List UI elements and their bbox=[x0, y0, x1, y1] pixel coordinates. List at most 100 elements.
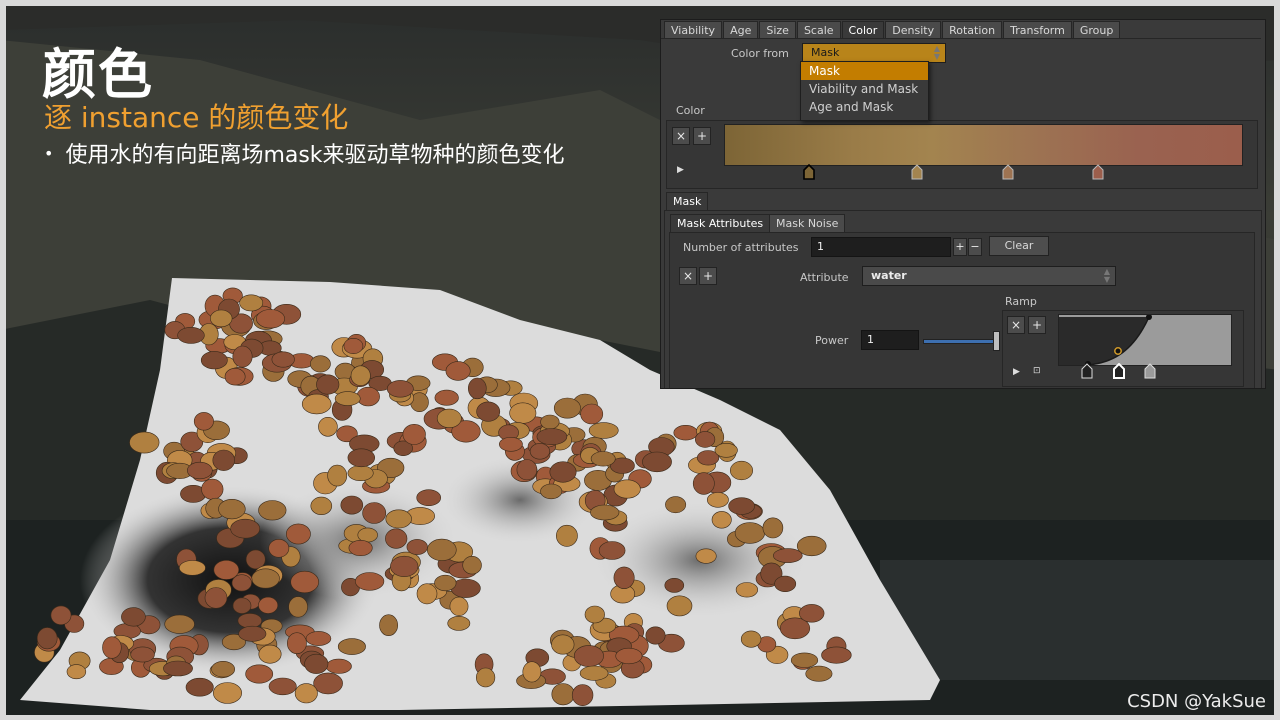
pebble-instance bbox=[102, 636, 122, 659]
pebble-instance bbox=[711, 511, 732, 529]
color-key-marker-3[interactable] bbox=[1002, 164, 1014, 180]
tab-viability[interactable]: Viability bbox=[664, 21, 723, 38]
pebble-instance bbox=[536, 428, 568, 446]
pebble-instance bbox=[231, 574, 252, 592]
pebble-instance bbox=[762, 517, 784, 539]
pebble-instance bbox=[406, 539, 428, 555]
tab-group[interactable]: Group bbox=[1072, 21, 1121, 38]
pebble-instance bbox=[355, 572, 385, 591]
attribute-label: Attribute bbox=[800, 271, 849, 284]
color-key-marker-2[interactable] bbox=[911, 164, 923, 180]
pebble-instance bbox=[350, 365, 371, 386]
ramp-key-marker-3[interactable] bbox=[1144, 363, 1156, 379]
ramp-key-marker-2[interactable] bbox=[1113, 363, 1125, 379]
pebble-instance bbox=[445, 361, 471, 381]
pebble-instance bbox=[356, 386, 380, 407]
pebble-instance bbox=[666, 595, 693, 617]
tab-age[interactable]: Age bbox=[723, 21, 759, 38]
tab-rotation[interactable]: Rotation bbox=[942, 21, 1003, 38]
color-key-marker-4[interactable] bbox=[1092, 164, 1104, 180]
power-slider-track[interactable] bbox=[923, 339, 997, 344]
tab-transform[interactable]: Transform bbox=[1003, 21, 1072, 38]
pebble-instance bbox=[316, 374, 340, 395]
number-of-attributes-field[interactable]: 1 bbox=[811, 237, 951, 257]
pebble-instance bbox=[436, 408, 462, 428]
pebble-instance bbox=[734, 522, 766, 544]
remove-key-button[interactable]: × bbox=[672, 127, 690, 145]
ramp-curve-editor[interactable] bbox=[1058, 314, 1232, 366]
pebble-instance bbox=[386, 380, 414, 398]
pebble-instance bbox=[551, 683, 575, 706]
clear-button[interactable]: Clear bbox=[989, 236, 1049, 256]
number-of-attributes-label: Number of attributes bbox=[683, 241, 799, 254]
pebble-instance bbox=[185, 677, 214, 697]
attribute-dropdown[interactable]: water ▲ ▼ bbox=[862, 266, 1116, 286]
pebble-instance bbox=[402, 423, 426, 445]
pebble-instance bbox=[590, 451, 616, 467]
pebble-instance bbox=[313, 672, 343, 695]
color-gradient-bar[interactable] bbox=[724, 124, 1243, 166]
menu-item-mask[interactable]: Mask bbox=[801, 62, 928, 80]
pebble-instance bbox=[588, 422, 619, 439]
pebble-instance bbox=[204, 587, 228, 609]
pebble-instance bbox=[551, 634, 575, 655]
color-key-marker-1[interactable] bbox=[803, 164, 815, 180]
menu-item-age-and-mask[interactable]: Age and Mask bbox=[801, 98, 928, 116]
pebble-instance bbox=[728, 497, 755, 515]
pebble-instance bbox=[285, 523, 311, 545]
pebble-instance bbox=[522, 661, 542, 683]
add-ramp-key-button[interactable]: + bbox=[1028, 316, 1046, 334]
pebble-instance bbox=[476, 667, 496, 688]
tab-size[interactable]: Size bbox=[759, 21, 796, 38]
pebble-instance bbox=[164, 614, 195, 634]
remove-ramp-key-button[interactable]: × bbox=[1007, 316, 1025, 334]
pebble-instance bbox=[255, 309, 285, 329]
tab-density[interactable]: Density bbox=[885, 21, 942, 38]
pebble-instance bbox=[218, 499, 246, 520]
menu-item-viability-and-mask[interactable]: Viability and Mask bbox=[801, 80, 928, 98]
expand-arrow-icon[interactable]: ▶ bbox=[677, 165, 684, 175]
remove-attribute-button[interactable]: × bbox=[679, 267, 697, 285]
decrement-button[interactable]: − bbox=[968, 238, 982, 256]
tab-color[interactable]: Color bbox=[841, 21, 885, 38]
ramp-point-selected[interactable] bbox=[1113, 346, 1123, 356]
add-key-button[interactable]: + bbox=[693, 127, 711, 145]
power-slider-handle[interactable] bbox=[993, 331, 1000, 351]
power-label: Power bbox=[815, 334, 849, 347]
tab-mask-noise[interactable]: Mask Noise bbox=[769, 214, 846, 232]
pebble-instance bbox=[549, 461, 577, 483]
color-from-menu: Mask Viability and Mask Age and Mask bbox=[800, 61, 929, 121]
tab-scale[interactable]: Scale bbox=[796, 21, 841, 38]
pebble-instance bbox=[268, 538, 290, 558]
pebble-instance bbox=[462, 556, 482, 575]
pebble-instance bbox=[615, 647, 643, 665]
pebble-instance bbox=[665, 496, 687, 514]
power-field[interactable]: 1 bbox=[861, 330, 919, 350]
ramp-fit-icon[interactable]: ⊡ bbox=[1033, 366, 1041, 376]
pebble-instance bbox=[540, 414, 560, 430]
pebble-instance bbox=[584, 605, 605, 624]
add-attribute-button[interactable]: + bbox=[699, 267, 717, 285]
pebble-instance bbox=[318, 417, 338, 437]
pebble-instance bbox=[357, 527, 378, 543]
pebble-instance bbox=[695, 548, 717, 564]
pebble-instance bbox=[362, 502, 387, 524]
pebble-instance bbox=[36, 627, 58, 650]
increment-button[interactable]: + bbox=[953, 238, 967, 256]
pebble-instance bbox=[729, 460, 753, 481]
pebble-instance bbox=[714, 443, 738, 458]
pebble-instance bbox=[343, 338, 364, 355]
tab-mask[interactable]: Mask bbox=[666, 192, 709, 210]
dropdown-arrows-icon: ▲ ▼ bbox=[933, 44, 940, 61]
pebble-instance bbox=[529, 443, 551, 460]
color-from-value: Mask bbox=[811, 46, 840, 59]
ramp-key-marker-1[interactable] bbox=[1081, 363, 1093, 379]
pebble-instance bbox=[476, 401, 501, 422]
pebble-instance bbox=[325, 658, 352, 674]
tabs-divider bbox=[661, 38, 1261, 39]
pebble-instance bbox=[212, 449, 235, 471]
pebble-instance bbox=[163, 660, 193, 677]
color-from-dropdown[interactable]: Mask ▲ ▼ bbox=[802, 43, 946, 63]
ramp-expand-arrow-icon[interactable]: ▶ bbox=[1013, 367, 1020, 377]
tab-mask-attributes[interactable]: Mask Attributes bbox=[670, 214, 771, 232]
